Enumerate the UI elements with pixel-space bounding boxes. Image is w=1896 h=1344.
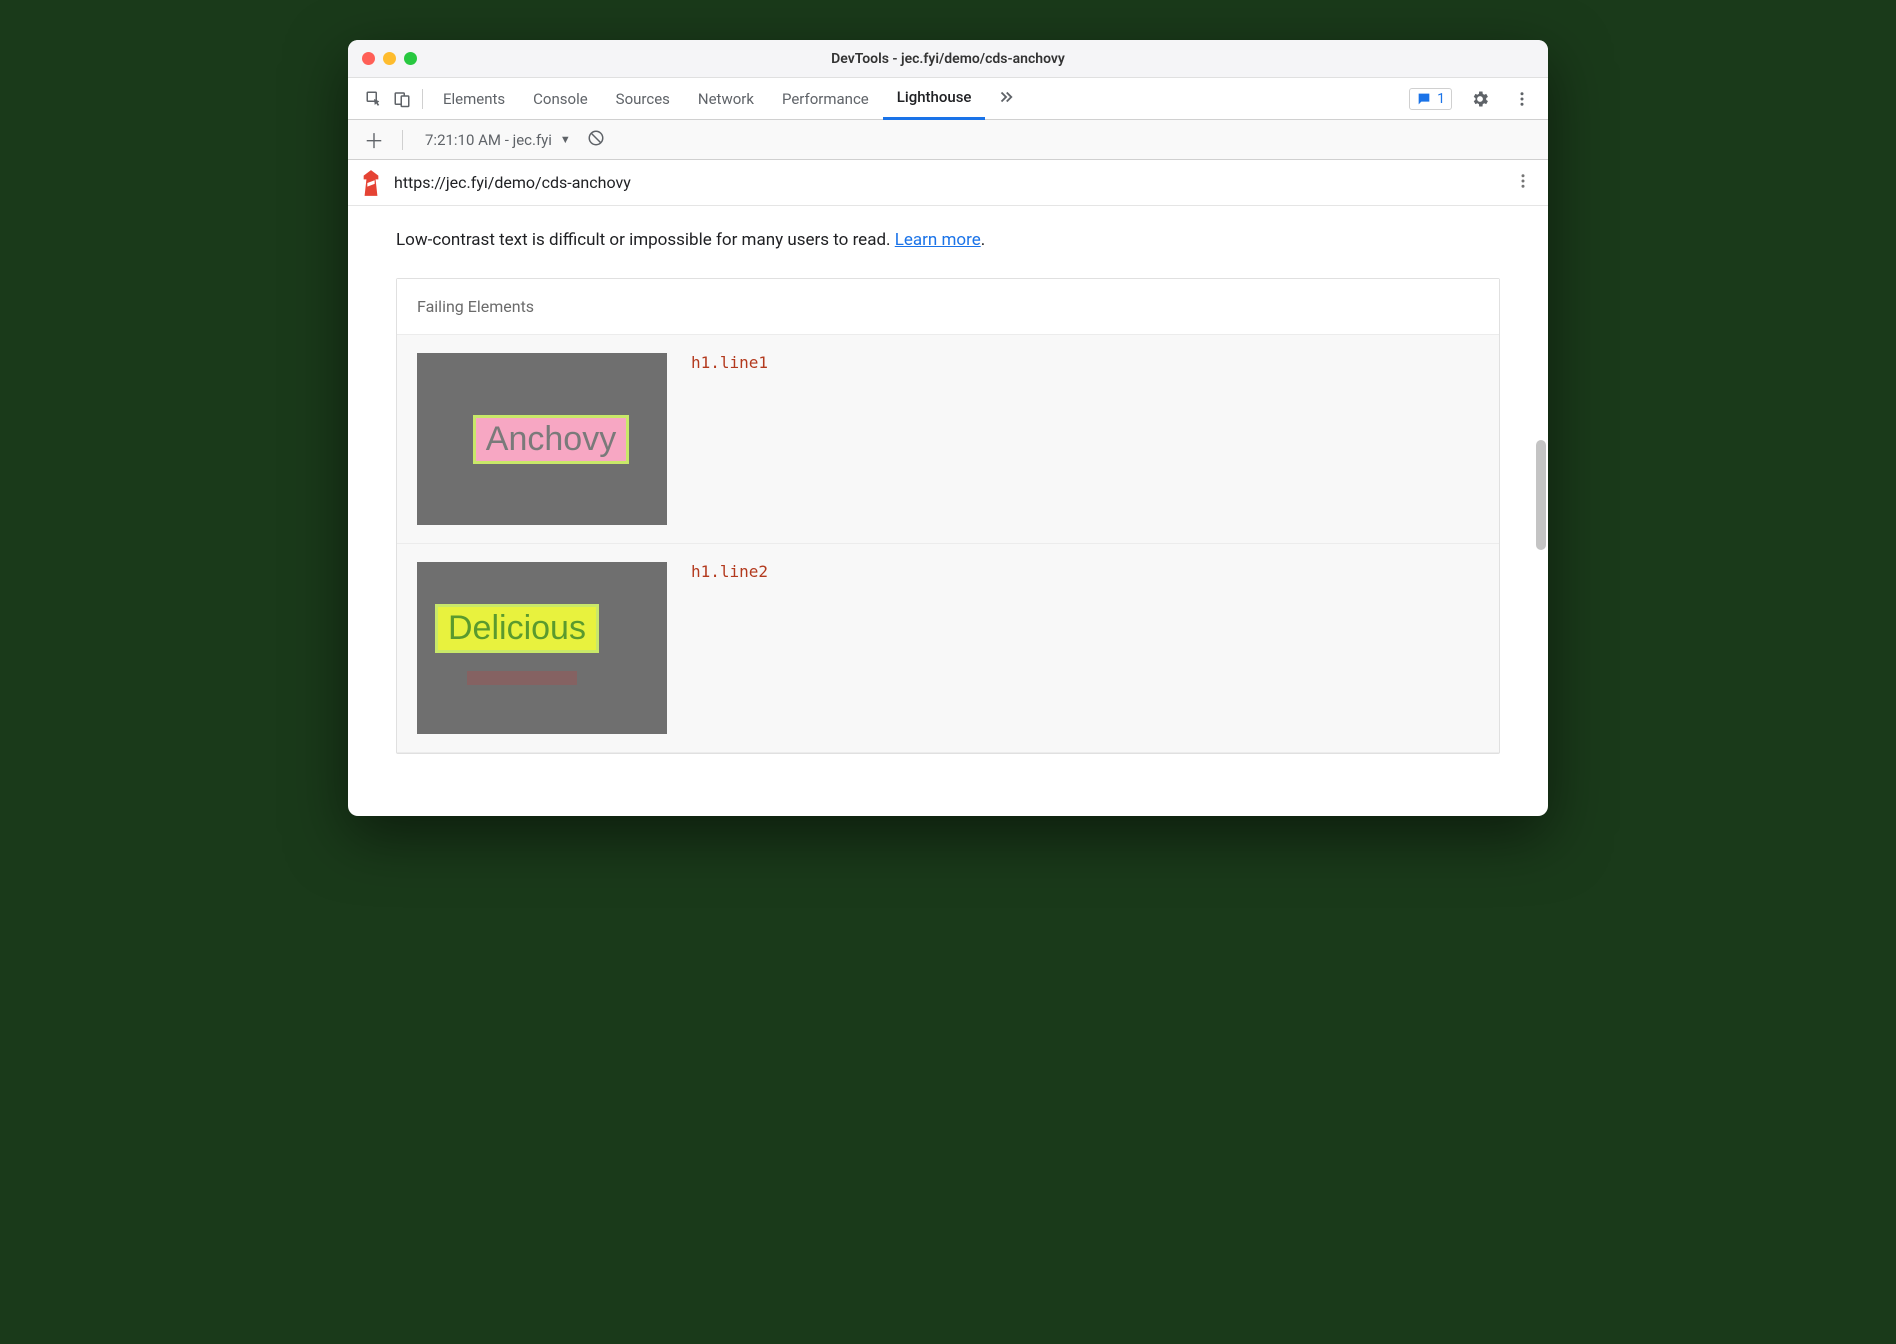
divider (402, 130, 403, 150)
failing-item[interactable]: Anchovy h1.line1 (397, 335, 1499, 544)
thumb-highlight-text: Anchovy (473, 415, 629, 464)
inspect-element-icon[interactable] (360, 85, 388, 113)
tab-performance[interactable]: Performance (768, 78, 883, 120)
maximize-window-button[interactable] (404, 52, 417, 65)
audit-description: Low-contrast text is difficult or imposs… (396, 230, 1500, 250)
settings-icon[interactable] (1466, 85, 1494, 113)
chevron-down-icon: ▼ (560, 133, 571, 146)
tab-lighthouse[interactable]: Lighthouse (883, 78, 986, 120)
tab-sources[interactable]: Sources (602, 78, 684, 120)
traffic-lights (362, 52, 417, 65)
description-suffix: . (981, 230, 985, 250)
failing-elements-header: Failing Elements (397, 279, 1499, 335)
chat-icon (1416, 91, 1432, 107)
devtools-window: DevTools - jec.fyi/demo/cds-anchovy Elem… (348, 40, 1548, 816)
lighthouse-subbar: ＋ 7:21:10 AM - jec.fyi ▼ (348, 120, 1548, 160)
report-selector[interactable]: 7:21:10 AM - jec.fyi ▼ (417, 131, 579, 149)
tab-elements[interactable]: Elements (429, 78, 519, 120)
failing-elements-section: Failing Elements Anchovy h1.line1 Delici… (396, 278, 1500, 754)
element-thumbnail: Delicious (417, 562, 667, 734)
issues-count: 1 (1437, 91, 1445, 107)
new-report-button[interactable]: ＋ (360, 125, 388, 154)
report-label: 7:21:10 AM - jec.fyi (425, 131, 552, 149)
report-url-bar: https://jec.fyi/demo/cds-anchovy (348, 160, 1548, 206)
element-selector: h1.line1 (691, 353, 768, 372)
tab-console[interactable]: Console (519, 78, 602, 120)
minimize-window-button[interactable] (383, 52, 396, 65)
element-selector: h1.line2 (691, 562, 768, 581)
more-tabs-icon[interactable] (989, 88, 1023, 110)
devtools-tabbar: Elements Console Sources Network Perform… (348, 78, 1548, 120)
learn-more-link[interactable]: Learn more (895, 230, 981, 250)
device-toolbar-icon[interactable] (388, 85, 416, 113)
failing-item[interactable]: Delicious h1.line2 (397, 544, 1499, 753)
window-title: DevTools - jec.fyi/demo/cds-anchovy (831, 51, 1065, 67)
lighthouse-icon (360, 170, 382, 196)
report-content: Low-contrast text is difficult or imposs… (348, 206, 1548, 816)
divider (422, 89, 423, 109)
tab-network[interactable]: Network (684, 78, 768, 120)
thumb-highlight-text: Delicious (435, 604, 599, 653)
close-window-button[interactable] (362, 52, 375, 65)
report-menu-icon[interactable] (1510, 168, 1536, 198)
scrollbar-thumb[interactable] (1536, 440, 1546, 550)
issues-badge[interactable]: 1 (1409, 88, 1452, 110)
clear-report-icon[interactable] (587, 129, 605, 151)
titlebar: DevTools - jec.fyi/demo/cds-anchovy (348, 40, 1548, 78)
kebab-menu-icon[interactable] (1508, 85, 1536, 113)
description-text: Low-contrast text is difficult or imposs… (396, 230, 895, 250)
thumb-faint-strip (467, 671, 577, 685)
element-thumbnail: Anchovy (417, 353, 667, 525)
audited-url: https://jec.fyi/demo/cds-anchovy (394, 173, 1498, 192)
